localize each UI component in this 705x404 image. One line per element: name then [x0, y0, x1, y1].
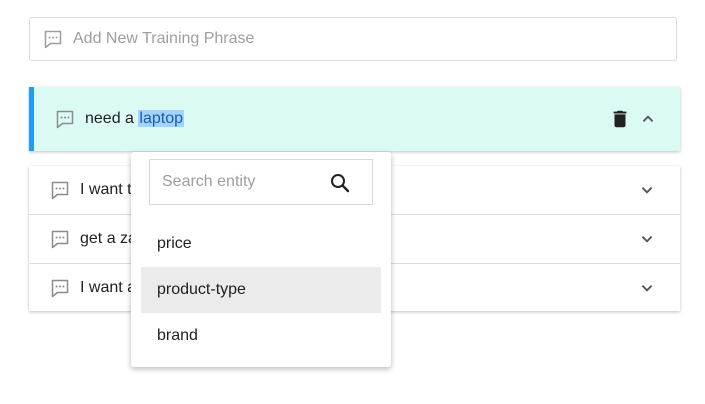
comment-icon — [55, 109, 75, 129]
search-icon[interactable] — [328, 171, 352, 195]
trash-icon[interactable] — [609, 108, 631, 130]
phrase-text: get a za — [80, 230, 137, 247]
phrase-text-prefix: need a — [85, 110, 139, 127]
comment-icon — [50, 180, 70, 200]
entity-option-price[interactable]: price — [141, 221, 381, 267]
comment-icon — [50, 229, 70, 249]
entity-option-label: product-type — [157, 281, 246, 298]
entity-dropdown: Search entity price product-type brand — [131, 152, 391, 367]
phrase-text[interactable]: need a laptop — [85, 110, 184, 128]
chevron-down-icon[interactable] — [636, 228, 658, 250]
chevron-up-icon[interactable] — [637, 108, 659, 130]
phrase-text: I want t — [80, 181, 132, 198]
entity-search-placeholder: Search entity — [162, 173, 256, 190]
entity-option-brand[interactable]: brand — [141, 313, 381, 359]
comment-icon — [50, 278, 70, 298]
chevron-down-icon[interactable] — [636, 179, 658, 201]
active-accent-bar — [29, 87, 34, 151]
add-phrase-placeholder: Add New Training Phrase — [73, 30, 255, 47]
entity-search-input[interactable]: Search entity — [149, 159, 373, 205]
active-training-phrase[interactable]: need a laptop — [29, 87, 680, 151]
add-training-phrase-input[interactable]: Add New Training Phrase — [29, 17, 677, 61]
comment-icon — [43, 29, 63, 49]
chevron-down-icon[interactable] — [636, 277, 658, 299]
entity-option-product-type[interactable]: product-type — [141, 267, 381, 313]
phrase-text: I want a — [80, 279, 137, 296]
entity-option-label: brand — [157, 327, 198, 344]
entity-option-label: price — [157, 235, 192, 252]
highlighted-entity-text[interactable]: laptop — [138, 110, 184, 127]
